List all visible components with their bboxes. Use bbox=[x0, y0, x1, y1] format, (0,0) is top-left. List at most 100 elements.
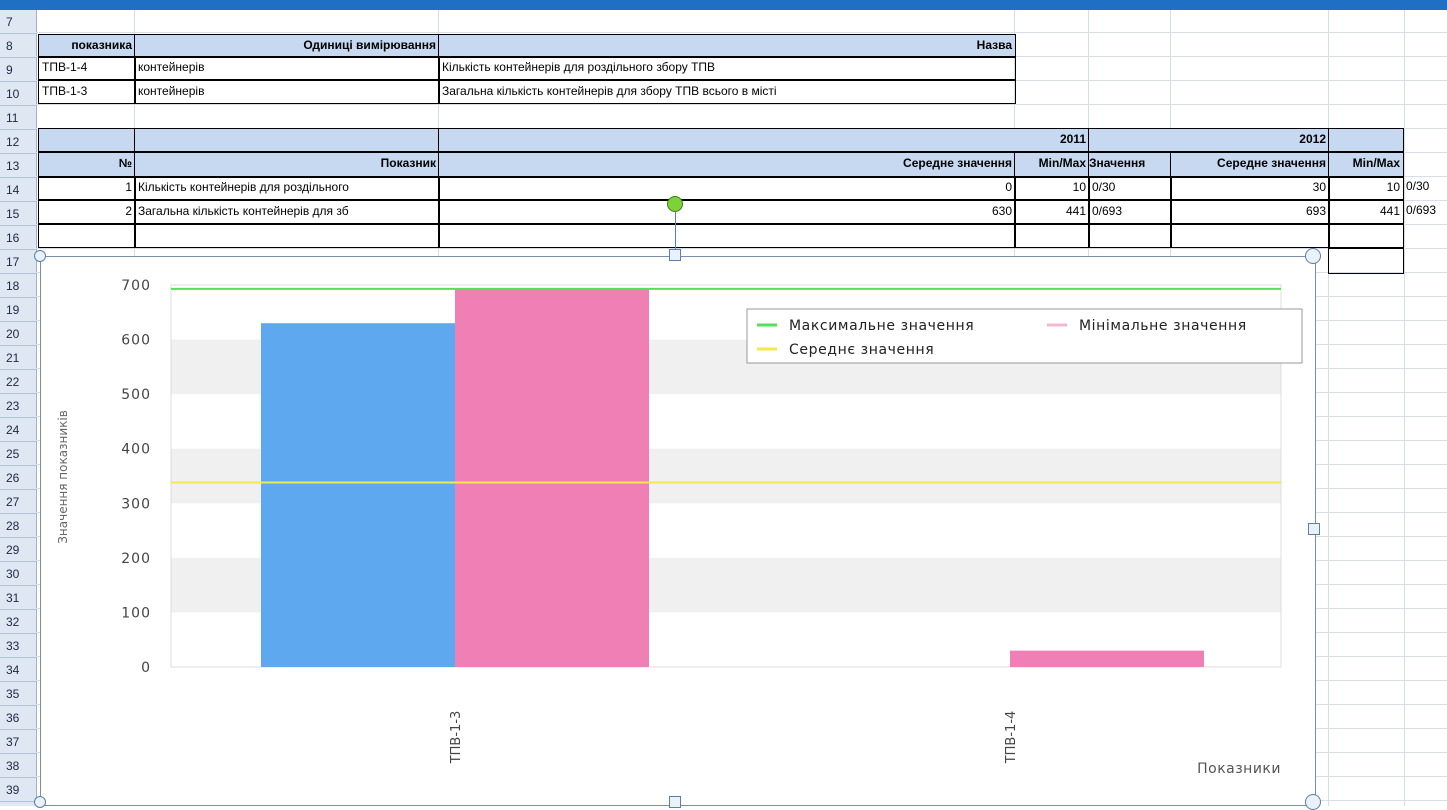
row-number[interactable]: 35 bbox=[0, 682, 36, 706]
row-number[interactable]: 14 bbox=[0, 178, 36, 202]
row-number[interactable]: 23 bbox=[0, 394, 36, 418]
y-tick-label: 400 bbox=[121, 442, 151, 458]
row-number[interactable]: 32 bbox=[0, 610, 36, 634]
row-number[interactable]: 18 bbox=[0, 274, 36, 298]
table1-header-units[interactable]: Одиниці вимірювання bbox=[134, 34, 440, 58]
table2-header-minmax-2012[interactable]: Min/Max bbox=[1328, 152, 1404, 178]
row-number[interactable]: 37 bbox=[0, 730, 36, 754]
table2-header-year-2012[interactable]: 2012 bbox=[1088, 128, 1330, 152]
row-number[interactable]: 27 bbox=[0, 490, 36, 514]
y-tick-label: 100 bbox=[121, 605, 151, 621]
table2-header-value[interactable]: Значення bbox=[1088, 152, 1172, 178]
row-number[interactable]: 33 bbox=[0, 634, 36, 658]
resize-handle-bottom[interactable] bbox=[669, 796, 681, 808]
row-number[interactable]: 26 bbox=[0, 466, 36, 490]
resize-handle-top-right[interactable] bbox=[1305, 248, 1321, 264]
row-number[interactable]: 29 bbox=[0, 538, 36, 562]
row-number[interactable]: 10 bbox=[0, 82, 36, 106]
bar-chart: 0 100 200 300 400 500 600 700 ТПВ-1-3 ТПВ-1-4 Знач… bbox=[56, 278, 1303, 777]
table2-row2-avg2012[interactable]: 693 bbox=[1170, 200, 1330, 224]
table2-row1-mm2011[interactable]: 10 bbox=[1014, 176, 1090, 200]
grid-row-line bbox=[36, 248, 1447, 249]
resize-handle-top-left[interactable] bbox=[34, 250, 46, 262]
table2-header-avg-2011[interactable]: Середне значення bbox=[438, 152, 1016, 178]
row-number[interactable]: 9 bbox=[0, 58, 36, 82]
row-number[interactable]: 24 bbox=[0, 418, 36, 442]
row-number[interactable]: 28 bbox=[0, 514, 36, 538]
row-number[interactable]: 17 bbox=[0, 250, 36, 274]
table2-row1-val[interactable]: 0/30 bbox=[1088, 176, 1172, 200]
bar bbox=[261, 323, 455, 667]
grid-row-line bbox=[36, 104, 1447, 105]
row-number[interactable]: 38 bbox=[0, 754, 36, 778]
row-number[interactable]: 34 bbox=[0, 658, 36, 682]
table2-header-avg-2012[interactable]: Середне значення bbox=[1170, 152, 1330, 178]
row-number[interactable]: 25 bbox=[0, 442, 36, 466]
table2-header-name-top[interactable] bbox=[134, 128, 440, 152]
table2-empty-row1-mm2011[interactable] bbox=[1014, 224, 1090, 248]
table2-header-indicator[interactable]: Показник bbox=[134, 152, 440, 178]
table2-row2-name[interactable]: Загальна кількість контейнерів для зб bbox=[134, 200, 440, 224]
table2-row2-avg2011[interactable]: 630 bbox=[438, 200, 1016, 224]
table1-row1-units[interactable]: контейнерів bbox=[134, 56, 440, 80]
row-number[interactable]: 15 bbox=[0, 202, 36, 226]
grid-column-line bbox=[1404, 10, 1405, 806]
table1-row2-code[interactable]: ТПВ-1-3 bbox=[38, 80, 136, 104]
table1-row2-name[interactable]: Загальна кількість контейнерів для збору… bbox=[438, 80, 1016, 104]
table2-row1-avg2012[interactable]: 30 bbox=[1170, 176, 1330, 200]
row-number[interactable]: 16 bbox=[0, 226, 36, 250]
table2-empty-row1-n[interactable] bbox=[38, 224, 136, 248]
table2-row2-val[interactable]: 0/693 bbox=[1088, 200, 1172, 224]
y-tick-label: 0 bbox=[141, 660, 151, 676]
table2-row1-n[interactable]: 1 bbox=[38, 176, 136, 200]
row-number[interactable]: 36 bbox=[0, 706, 36, 730]
resize-handle-top[interactable] bbox=[669, 249, 681, 261]
row-number[interactable]: 13 bbox=[0, 154, 36, 178]
table1-row1-name[interactable]: Кількість контейнерів для роздільного зб… bbox=[438, 56, 1016, 80]
resize-handle-bottom-left[interactable] bbox=[34, 796, 46, 808]
table2-row1-mm2012[interactable]: 10 bbox=[1328, 176, 1404, 200]
resize-handle-right[interactable] bbox=[1308, 523, 1320, 535]
row-number[interactable]: 30 bbox=[0, 562, 36, 586]
bar bbox=[455, 288, 649, 667]
table2-empty-row2-mm2012[interactable] bbox=[1328, 248, 1404, 274]
row-number[interactable]: 11 bbox=[0, 106, 36, 130]
row-number[interactable]: 31 bbox=[0, 586, 36, 610]
row-number[interactable]: 21 bbox=[0, 346, 36, 370]
bar bbox=[1010, 650, 1204, 667]
resize-handle-bottom-right[interactable] bbox=[1305, 794, 1321, 810]
table1-row1-code[interactable]: ТПВ-1-4 bbox=[38, 56, 136, 80]
table2-empty-row1-val[interactable] bbox=[1088, 224, 1172, 248]
table2-header-number[interactable]: № bbox=[38, 152, 136, 178]
table1-header-code[interactable]: показника bbox=[38, 34, 136, 58]
table2-row2-mm2011[interactable]: 441 bbox=[1014, 200, 1090, 224]
table2-empty-row1-mm2012[interactable] bbox=[1328, 224, 1404, 248]
row-number[interactable]: 12 bbox=[0, 130, 36, 154]
table2-header-empty-top[interactable] bbox=[1328, 128, 1404, 152]
legend-label: Максимальне значення bbox=[789, 318, 974, 334]
table2-empty-row1-avg2012[interactable] bbox=[1170, 224, 1330, 248]
table2-row2-n[interactable]: 2 bbox=[38, 200, 136, 224]
table2-header-minmax-2011[interactable]: Min/Max bbox=[1014, 152, 1090, 178]
table2-empty-row1-avg2011[interactable] bbox=[438, 224, 1016, 248]
rotate-handle[interactable] bbox=[667, 196, 683, 212]
table2-row2-extra[interactable]: 0/693 bbox=[1404, 200, 1447, 224]
table2-header-year-2011[interactable]: 2011 bbox=[438, 128, 1090, 152]
row-number[interactable]: 39 bbox=[0, 778, 36, 802]
row-number[interactable]: 7 bbox=[0, 10, 36, 34]
row-number[interactable]: 19 bbox=[0, 298, 36, 322]
table2-empty-row1-name[interactable] bbox=[134, 224, 440, 248]
row-number[interactable]: 22 bbox=[0, 370, 36, 394]
table2-row1-avg2011[interactable]: 0 bbox=[438, 176, 1016, 200]
x-axis-title: Показники bbox=[1197, 761, 1281, 777]
y-tick-label: 300 bbox=[121, 496, 151, 512]
table2-row2-mm2012[interactable]: 441 bbox=[1328, 200, 1404, 224]
embedded-chart[interactable]: 0 100 200 300 400 500 600 700 ТПВ-1-3 ТПВ-1-4 Знач… bbox=[40, 256, 1316, 806]
table2-row1-extra[interactable]: 0/30 bbox=[1404, 176, 1447, 200]
table1-row2-units[interactable]: контейнерів bbox=[134, 80, 440, 104]
table1-header-name[interactable]: Назва bbox=[438, 34, 1016, 58]
row-number[interactable]: 20 bbox=[0, 322, 36, 346]
row-number[interactable]: 8 bbox=[0, 34, 36, 58]
table2-row1-name[interactable]: Кількість контейнерів для роздільного bbox=[134, 176, 440, 200]
table2-header-n-top[interactable] bbox=[38, 128, 136, 152]
